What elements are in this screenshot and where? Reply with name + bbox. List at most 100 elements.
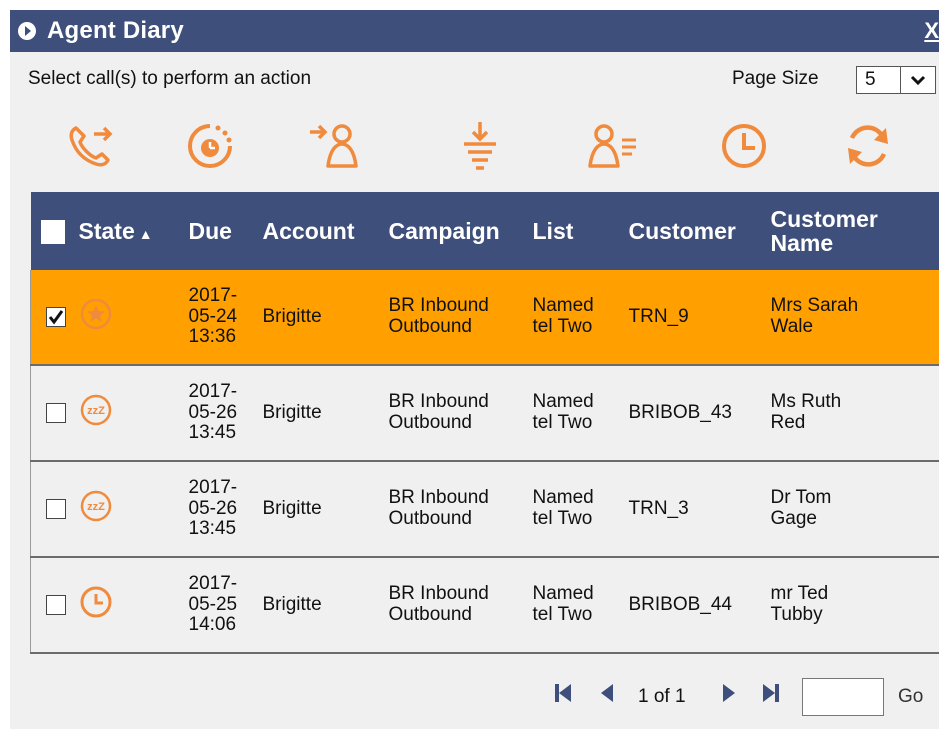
previous-page-icon[interactable] bbox=[600, 682, 614, 704]
refresh-icon bbox=[848, 125, 888, 167]
reschedule-icon bbox=[188, 124, 232, 168]
assign-to-agent-button[interactable] bbox=[306, 116, 366, 176]
list-line2: tel Two bbox=[532, 508, 593, 529]
column-header-due[interactable]: Due bbox=[186, 192, 261, 270]
table-row[interactable]: zzZ 2017- 05-26 13:45 Brigitte BR Inbound Outb… bbox=[30, 461, 939, 558]
agent-diary-panel: Agent Diary X Select call(s) to perform … bbox=[10, 10, 939, 729]
customer-name-line1: Ms Ruth bbox=[770, 391, 842, 413]
column-header-list[interactable]: List bbox=[530, 192, 627, 270]
customer-name-header-line2: Name bbox=[770, 230, 834, 256]
go-button[interactable]: Go bbox=[898, 686, 923, 708]
campaign-cell: BR Inbound Outbound bbox=[386, 270, 531, 366]
schedule-button[interactable] bbox=[714, 116, 774, 176]
assign-to-agent-icon bbox=[310, 124, 358, 168]
customer-name-line1: mr Ted bbox=[770, 583, 829, 605]
campaign-line1: BR Inbound bbox=[388, 295, 489, 317]
move-down-button[interactable] bbox=[450, 116, 510, 176]
move-down-icon bbox=[464, 122, 496, 170]
chevron-down-icon[interactable] bbox=[900, 67, 935, 93]
list-line1: Named bbox=[532, 295, 594, 317]
customer-name-line1: Mrs Sarah bbox=[770, 295, 859, 317]
column-header-campaign[interactable]: Campaign bbox=[386, 192, 531, 270]
due-date-line2: 05-24 bbox=[188, 305, 238, 327]
customer-cell: TRN_3 bbox=[626, 461, 769, 558]
table-row[interactable]: 2017- 05-24 13:36 Brigitte BR Inbound Outboun… bbox=[30, 270, 939, 366]
clock-icon bbox=[79, 585, 113, 625]
customer-cell: BRIBOB_44 bbox=[626, 557, 769, 654]
call-transfer-button[interactable] bbox=[60, 116, 120, 176]
svg-text:zzZ: zzZ bbox=[87, 501, 105, 513]
list-line2: tel Two bbox=[532, 316, 593, 337]
row-checkbox[interactable] bbox=[46, 498, 66, 519]
table-row[interactable]: zzZ 2017- 05-26 13:45 Brigitte BR Inbound Outb… bbox=[30, 365, 939, 462]
list-cell: Named tel Two bbox=[530, 557, 627, 654]
column-header-customer-name[interactable]: Customer Name bbox=[768, 192, 939, 270]
page-size-select[interactable]: 5 bbox=[856, 66, 936, 94]
due-date-line1: 2017- bbox=[188, 284, 238, 306]
account-cell: Brigitte bbox=[260, 270, 387, 366]
account-cell: Brigitte bbox=[260, 557, 387, 654]
refresh-button[interactable] bbox=[838, 116, 898, 176]
page-number-input[interactable] bbox=[802, 678, 884, 716]
agent-list-button[interactable] bbox=[584, 116, 644, 176]
campaign-line1: BR Inbound bbox=[388, 583, 489, 605]
close-button[interactable]: X bbox=[924, 18, 939, 44]
due-cell: 2017- 05-26 13:45 bbox=[186, 365, 261, 462]
window-title: Agent Diary bbox=[47, 17, 184, 44]
campaign-line1: BR Inbound bbox=[388, 391, 489, 413]
page-size-value: 5 bbox=[865, 69, 876, 90]
row-select-cell bbox=[30, 270, 77, 366]
state-header-label: State bbox=[78, 217, 135, 244]
instruction-text: Select call(s) to perform an action bbox=[28, 68, 312, 89]
page-indicator: 1 of 1 bbox=[638, 686, 686, 707]
account-cell: Brigitte bbox=[260, 461, 387, 558]
campaign-line2: Outbound bbox=[388, 508, 472, 529]
list-line2: tel Two bbox=[532, 604, 593, 625]
next-page-icon[interactable] bbox=[722, 682, 736, 704]
reschedule-button[interactable] bbox=[180, 116, 240, 176]
customer-name-line2: Red bbox=[770, 412, 806, 433]
account-cell: Brigitte bbox=[260, 365, 387, 462]
column-header-state[interactable]: State ▲ bbox=[76, 192, 187, 270]
due-time: 13:36 bbox=[188, 326, 237, 348]
customer-name-line2: Tubby bbox=[770, 604, 823, 625]
due-date-line2: 05-26 bbox=[188, 497, 238, 519]
select-all-checkbox[interactable] bbox=[40, 219, 65, 244]
list-line1: Named bbox=[532, 487, 594, 509]
collapse-toggle-icon[interactable] bbox=[17, 21, 37, 41]
row-checkbox[interactable] bbox=[46, 402, 66, 423]
first-page-icon[interactable] bbox=[554, 682, 572, 704]
state-cell bbox=[76, 270, 187, 366]
action-toolbar bbox=[10, 116, 939, 176]
svg-text:zzZ: zzZ bbox=[87, 405, 105, 417]
list-cell: Named tel Two bbox=[530, 461, 627, 558]
row-checkbox[interactable] bbox=[46, 306, 66, 327]
list-line2: tel Two bbox=[532, 412, 593, 433]
row-checkbox[interactable] bbox=[46, 594, 66, 615]
row-select-cell bbox=[30, 557, 77, 654]
pagination-bar: 1 of 1 Go bbox=[10, 674, 939, 716]
customer-name-line2: Wale bbox=[770, 316, 814, 337]
title-bar: Agent Diary X bbox=[10, 10, 939, 52]
customer-name-header-line1: Customer bbox=[770, 205, 878, 232]
column-header-customer[interactable]: Customer bbox=[626, 192, 769, 270]
due-time: 14:06 bbox=[188, 614, 237, 636]
due-date-line1: 2017- bbox=[188, 572, 238, 594]
table-row[interactable]: 2017- 05-25 14:06 Brigitte BR Inbound Outboun… bbox=[30, 557, 939, 654]
customer-name-cell: Dr Tom Gage bbox=[768, 461, 939, 558]
list-cell: Named tel Two bbox=[530, 270, 627, 366]
campaign-cell: BR Inbound Outbound bbox=[386, 461, 531, 558]
select-all-header bbox=[30, 192, 77, 270]
state-cell bbox=[76, 557, 187, 654]
due-time: 13:45 bbox=[188, 518, 237, 540]
customer-name-cell: Mrs Sarah Wale bbox=[768, 270, 939, 366]
campaign-line2: Outbound bbox=[388, 412, 472, 433]
row-select-cell bbox=[30, 365, 77, 462]
last-page-icon[interactable] bbox=[762, 682, 780, 704]
state-cell: zzZ bbox=[76, 461, 187, 558]
due-date-line2: 05-25 bbox=[188, 593, 238, 615]
list-line1: Named bbox=[532, 583, 594, 605]
clock-icon bbox=[722, 124, 766, 168]
column-header-account[interactable]: Account bbox=[260, 192, 387, 270]
campaign-line2: Outbound bbox=[388, 604, 472, 625]
